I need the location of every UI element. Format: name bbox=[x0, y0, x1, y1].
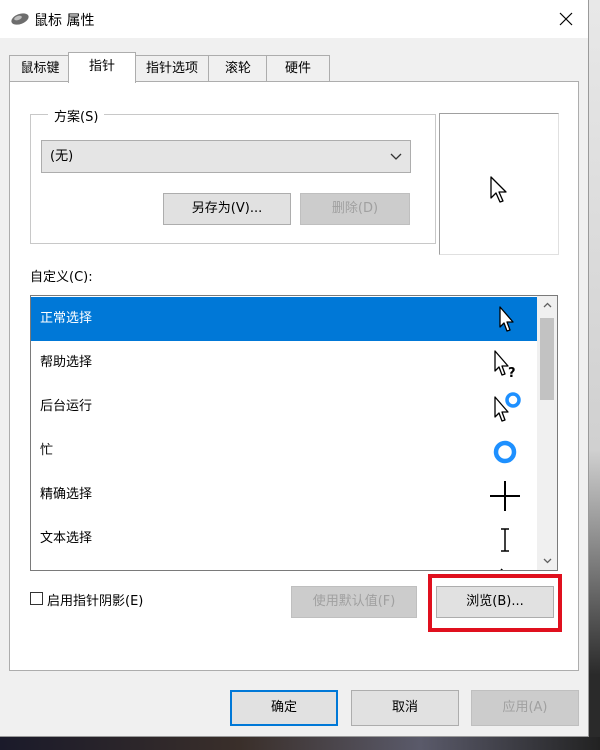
svg-text:?: ? bbox=[508, 366, 516, 381]
arrow-cursor-icon bbox=[490, 176, 507, 203]
tab-pointer-options[interactable]: 指针选项 bbox=[134, 55, 210, 81]
chevron-down-icon bbox=[390, 153, 402, 160]
crosshair-cursor-icon bbox=[490, 481, 520, 511]
working-cursor-icon bbox=[494, 392, 521, 422]
cursor-list: 正常选择 帮助选择 ? 后台运行 忙 精确选择 文本选择 bbox=[30, 295, 558, 571]
list-item-label: 后台运行 bbox=[40, 399, 93, 414]
scheme-legend: 方案(S) bbox=[48, 106, 105, 125]
busy-cursor-icon bbox=[493, 440, 517, 464]
list-scrollbar[interactable] bbox=[537, 296, 557, 570]
delete-button[interactable]: 删除(D) bbox=[300, 193, 410, 225]
list-item-label: 精确选择 bbox=[40, 487, 93, 502]
tab-pointers[interactable]: 指针 bbox=[68, 52, 136, 83]
scroll-down-button[interactable] bbox=[537, 552, 557, 570]
close-button[interactable] bbox=[544, 0, 588, 38]
list-item-label: 帮助选择 bbox=[40, 355, 93, 370]
use-default-button[interactable]: 使用默认值(F) bbox=[291, 586, 417, 618]
customize-label: 自定义(C): bbox=[30, 270, 93, 285]
save-as-button[interactable]: 另存为(V)... bbox=[163, 193, 291, 225]
text-cursor-icon bbox=[501, 528, 509, 552]
arrow-cursor-icon bbox=[499, 306, 514, 332]
scroll-up-button[interactable] bbox=[537, 296, 557, 314]
pointer-shadow-checkbox[interactable] bbox=[30, 592, 43, 605]
pointers-panel: 方案(S) (无) 另存为(V)... 删除(D) 自定义(C): 正常选择 帮 bbox=[9, 81, 579, 671]
tab-mouse-buttons[interactable]: 鼠标键 bbox=[9, 55, 71, 81]
list-item-text-select[interactable]: 文本选择 bbox=[31, 517, 537, 561]
list-item-label: 正常选择 bbox=[40, 311, 93, 326]
ok-button[interactable]: 确定 bbox=[230, 690, 338, 726]
list-item-busy[interactable]: 忙 bbox=[31, 429, 537, 473]
list-item-handwriting[interactable] bbox=[31, 561, 537, 570]
list-item-normal-select[interactable]: 正常选择 bbox=[31, 297, 537, 341]
browse-button[interactable]: 浏览(B)... bbox=[436, 586, 554, 618]
cancel-button[interactable]: 取消 bbox=[351, 690, 459, 726]
desktop-background-right bbox=[589, 0, 600, 750]
scroll-thumb[interactable] bbox=[540, 318, 554, 400]
mouse-properties-window: 鼠标 属性 鼠标键 指针 指针选项 滚轮 硬件 方案(S) (无) 另存为(V)… bbox=[0, 0, 589, 737]
tab-hardware[interactable]: 硬件 bbox=[266, 55, 330, 81]
scheme-selected-value: (无) bbox=[50, 149, 74, 164]
scheme-select[interactable]: (无) bbox=[41, 140, 411, 173]
title-bar: 鼠标 属性 bbox=[0, 0, 588, 38]
help-cursor-icon: ? bbox=[494, 350, 516, 381]
close-icon bbox=[559, 12, 573, 26]
window-title: 鼠标 属性 bbox=[34, 13, 95, 29]
list-item-precision-select[interactable]: 精确选择 bbox=[31, 473, 537, 517]
handwriting-cursor-icon bbox=[500, 568, 504, 570]
cursor-preview bbox=[439, 113, 559, 255]
list-item-help-select[interactable]: 帮助选择 ? bbox=[31, 341, 537, 385]
list-item-label: 文本选择 bbox=[40, 531, 93, 546]
chevron-down-icon bbox=[543, 558, 551, 564]
list-item-working-in-background[interactable]: 后台运行 bbox=[31, 385, 537, 429]
apply-button[interactable]: 应用(A) bbox=[471, 690, 579, 726]
list-item-label: 忙 bbox=[40, 443, 54, 458]
desktop-background-bottom bbox=[0, 737, 600, 750]
pointer-shadow-label: 启用指针阴影(E) bbox=[47, 594, 144, 609]
tab-wheel[interactable]: 滚轮 bbox=[208, 55, 268, 81]
chevron-up-icon bbox=[543, 302, 551, 308]
mouse-app-icon bbox=[11, 13, 29, 25]
